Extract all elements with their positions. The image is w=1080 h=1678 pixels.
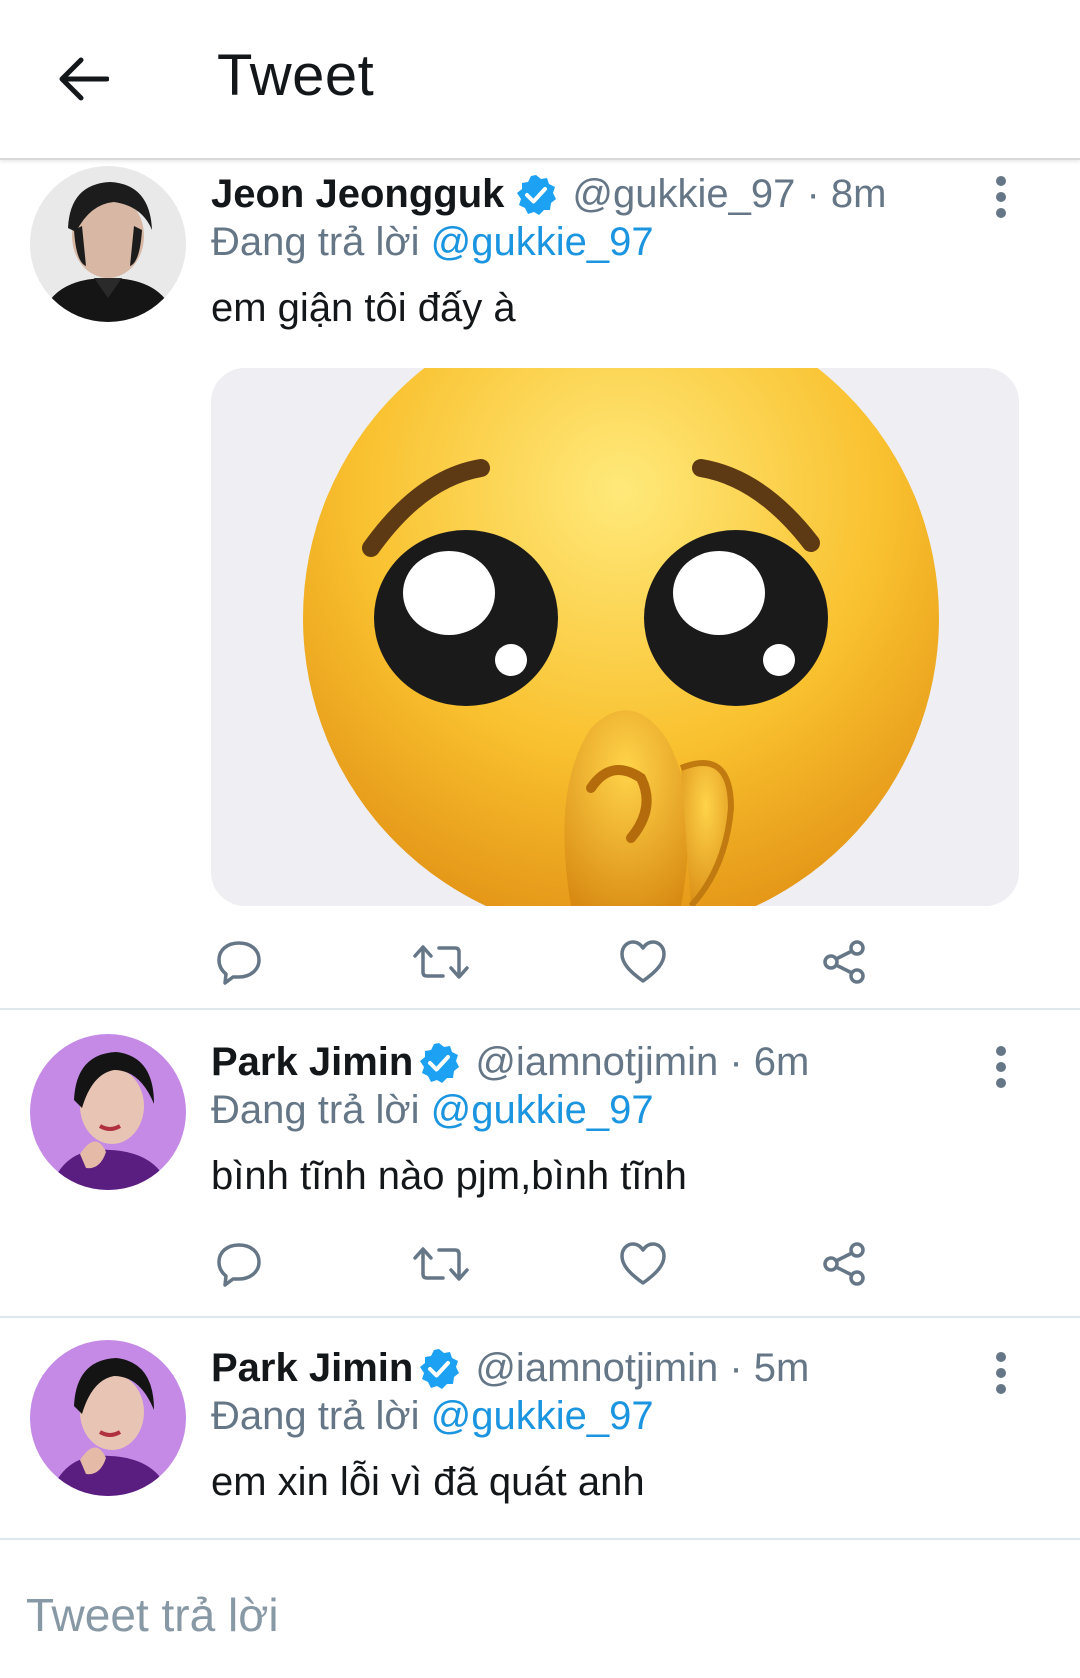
tweet-actions: [211, 934, 891, 994]
author-handle[interactable]: @iamnotjimin · 6m: [475, 1040, 809, 1085]
more-vertical-icon: [996, 1352, 1006, 1362]
like-button[interactable]: [615, 934, 671, 990]
reply-button[interactable]: [211, 934, 267, 990]
author-name[interactable]: Jeon Jeongguk: [211, 172, 504, 217]
more-vertical-icon: [996, 1046, 1006, 1056]
replying-to: Đang trả lời @gukkie_97: [211, 1394, 654, 1438]
share-icon: [823, 940, 865, 984]
author-handle[interactable]: @gukkie_97 · 8m: [572, 172, 886, 217]
reply-icon: [217, 1243, 261, 1287]
retweet-button[interactable]: [413, 934, 469, 990]
top-app-bar: Tweet: [0, 0, 1080, 160]
tweet-1[interactable]: Jeon Jeongguk @gukkie_97 · 8m Đang trả l…: [0, 162, 1080, 1010]
tweet-text: em xin lỗi vì đã quát anh: [211, 1460, 645, 1504]
reply-button[interactable]: [211, 1236, 267, 1292]
mention-link[interactable]: @gukkie_97: [431, 1394, 654, 1438]
verified-badge-icon: [517, 174, 557, 215]
like-button[interactable]: [615, 1236, 671, 1292]
tweet-text: em giận tôi đấy à: [211, 286, 516, 330]
reply-input[interactable]: Tweet trả lời: [26, 1588, 279, 1642]
avatar[interactable]: [30, 1340, 186, 1496]
retweet-icon: [413, 945, 469, 979]
retweet-button[interactable]: [413, 1236, 469, 1292]
verified-badge-icon: [420, 1348, 460, 1389]
back-arrow-icon: [59, 57, 109, 101]
tweet-header: Park Jimin @iamnotjimin · 5m: [211, 1346, 809, 1391]
pleading-face-emoji-image: [211, 368, 1019, 906]
avatar[interactable]: [30, 1034, 186, 1190]
replying-to: Đang trả lời @gukkie_97: [211, 1088, 654, 1132]
author-handle[interactable]: @iamnotjimin · 5m: [475, 1346, 809, 1391]
reply-icon: [217, 941, 261, 985]
author-name[interactable]: Park Jimin: [211, 1346, 413, 1391]
more-options-button[interactable]: [986, 172, 1016, 222]
like-icon: [620, 940, 666, 983]
replying-to: Đang trả lời @gukkie_97: [211, 220, 654, 264]
tweet-actions: [211, 1236, 891, 1296]
tweet-3[interactable]: Park Jimin @iamnotjimin · 5m Đang trả lờ…: [0, 1320, 1080, 1540]
tweet-header: Park Jimin @iamnotjimin · 6m: [211, 1040, 809, 1085]
author-name[interactable]: Park Jimin: [211, 1040, 413, 1085]
retweet-icon: [413, 1247, 469, 1281]
share-button[interactable]: [817, 934, 873, 990]
tweet-header: Jeon Jeongguk @gukkie_97 · 8m: [211, 172, 886, 217]
avatar[interactable]: [30, 166, 186, 322]
reply-composer[interactable]: Tweet trả lời: [0, 1540, 1080, 1678]
share-icon: [823, 1242, 865, 1286]
more-options-button[interactable]: [986, 1042, 1016, 1092]
tweet-2[interactable]: Park Jimin @iamnotjimin · 6m Đang trả lờ…: [0, 1012, 1080, 1318]
more-options-button[interactable]: [986, 1348, 1016, 1398]
mention-link[interactable]: @gukkie_97: [431, 220, 654, 264]
verified-badge-icon: [420, 1042, 460, 1083]
tweet-image[interactable]: [211, 368, 1019, 906]
tweet-text: bình tĩnh nào pjm,bình tĩnh: [211, 1154, 687, 1198]
back-button[interactable]: [52, 48, 114, 110]
page-title: Tweet: [217, 43, 375, 108]
mention-link[interactable]: @gukkie_97: [431, 1088, 654, 1132]
like-icon: [620, 1242, 666, 1285]
more-vertical-icon: [996, 176, 1006, 186]
share-button[interactable]: [817, 1236, 873, 1292]
